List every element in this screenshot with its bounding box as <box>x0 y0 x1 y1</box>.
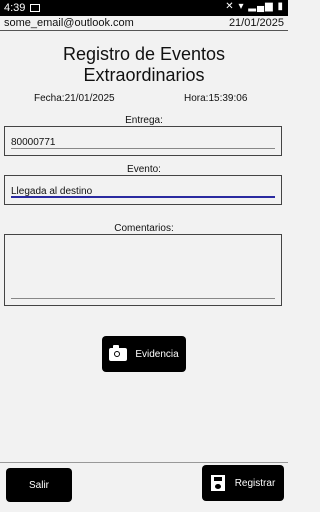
evidencia-button[interactable]: Evidencia <box>102 336 186 372</box>
evidencia-label: Evidencia <box>135 348 179 360</box>
user-email: some_email@outlook.com <box>4 17 134 29</box>
comentarios-underline <box>11 298 275 299</box>
entrega-label: Entrega: <box>125 115 163 126</box>
camera-icon <box>109 344 128 361</box>
page-title: Registro de Eventos Extraordinarios <box>62 44 226 85</box>
status-time: 4:39 <box>4 2 26 14</box>
photo-icon <box>30 4 40 12</box>
comentarios-field[interactable] <box>4 234 282 306</box>
account-bar: some_email@outlook.com 21/01/2025 <box>0 16 288 31</box>
evento-field[interactable]: Llegada al destino <box>4 175 282 205</box>
bottom-divider <box>0 462 288 463</box>
save-icon <box>210 475 225 491</box>
entrega-underline <box>11 148 275 149</box>
comentarios-label: Comentarios: <box>114 223 174 234</box>
salir-label: Salir <box>28 479 49 491</box>
fecha-text: Fecha:21/01/2025 <box>34 93 115 104</box>
hora-text: Hora:15:39:06 <box>184 93 248 104</box>
registrar-label: Registrar <box>234 477 276 489</box>
evento-label: Evento: <box>127 164 161 175</box>
evento-underline <box>11 196 275 198</box>
entrega-value: 80000771 <box>11 137 56 148</box>
salir-button[interactable]: Salir <box>6 468 72 502</box>
registrar-button[interactable]: Registrar <box>202 465 284 501</box>
entrega-field[interactable]: 80000771 <box>4 126 282 156</box>
header-date: 21/01/2025 <box>228 17 284 29</box>
system-icons: ✕ ▾ ▂▄▆ ▮ <box>225 1 284 12</box>
status-bar: 4:39 ✕ ▾ ▂▄▆ ▮ <box>0 0 288 16</box>
